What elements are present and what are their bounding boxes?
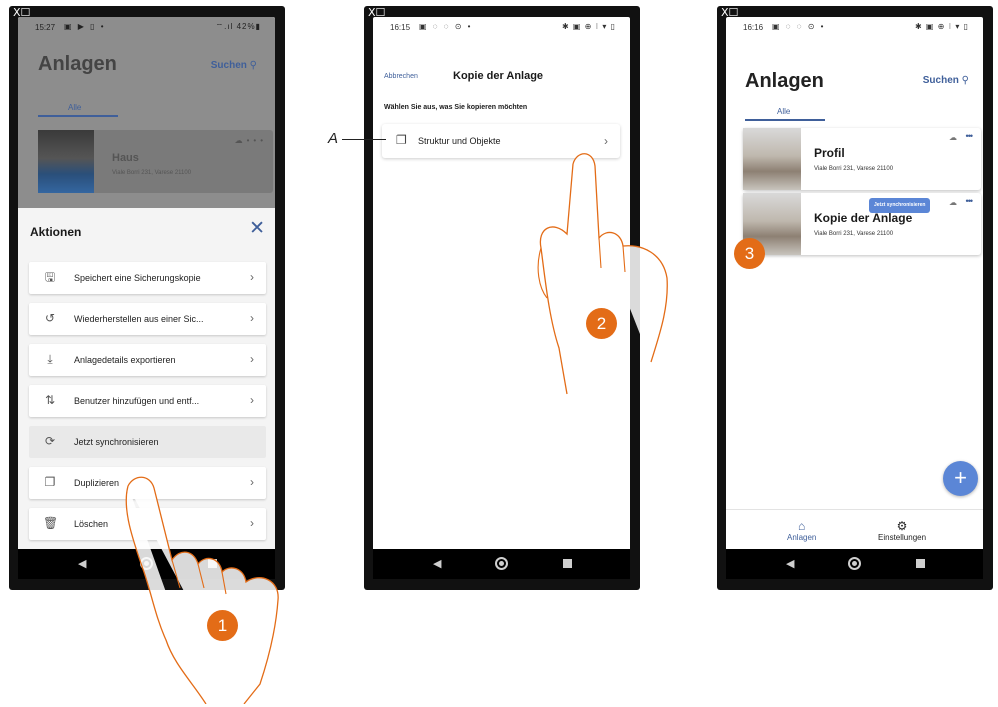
search-button[interactable]: Suchen ⚲ bbox=[211, 60, 257, 71]
status-right-icons: ✱ ▣ ⊕ ⁝ ▾ ▯ bbox=[914, 22, 969, 31]
action-label: Benutzer hinzufügen und entf... bbox=[74, 396, 200, 406]
duplicate-icon: ❐ bbox=[396, 133, 407, 147]
site-name: Profil bbox=[814, 146, 845, 160]
sheet-title: Aktionen bbox=[30, 225, 82, 239]
status-icons: ▣ ◌ ◌ ⊙ • bbox=[772, 22, 826, 31]
page-title: Anlagen bbox=[38, 53, 117, 75]
callout-label-a: A bbox=[328, 130, 339, 147]
site-card-profil[interactable]: Profil Viale Borri 231, Varese 21100 ☁ •… bbox=[743, 128, 981, 190]
site-address: Viale Borri 231, Varese 21100 bbox=[814, 166, 894, 172]
action-users[interactable]: ⇅ Benutzer hinzufügen und entf... › bbox=[29, 385, 266, 417]
back-icon[interactable]: ◀ bbox=[433, 557, 441, 571]
restore-icon: ↺ bbox=[44, 311, 56, 325]
action-label: Jetzt synchronisieren bbox=[74, 437, 159, 447]
back-icon[interactable]: ◀ bbox=[786, 557, 794, 571]
page-title: Kopie der Anlage bbox=[453, 70, 544, 82]
site-thumbnail bbox=[38, 130, 94, 193]
export-icon: ⤓ bbox=[47, 352, 53, 366]
status-icons: ▣ ◌ ◌ ⊙ • bbox=[419, 22, 473, 31]
search-icon: ⚲ bbox=[961, 75, 969, 86]
android-nav-bar: ◀ bbox=[726, 549, 983, 579]
site-name: Kopie der Anlage bbox=[814, 211, 913, 225]
nav-settings[interactable]: ⚙ Einstellungen bbox=[878, 519, 926, 542]
save-icon: 🖫 bbox=[44, 270, 56, 284]
chevron-right-icon: › bbox=[604, 134, 608, 148]
phone-3: X☐ 16:16 ▣ ◌ ◌ ⊙ • ✱ ▣ ⊕ ⁝ ▾ ▯ Anlagen S… bbox=[717, 6, 993, 590]
page-subtitle: Wählen Sie aus, was Sie kopieren möchten bbox=[384, 104, 528, 111]
page-title: Anlagen bbox=[745, 70, 824, 92]
status-time: 15:27 bbox=[35, 23, 56, 32]
more-icon[interactable]: ••• bbox=[966, 196, 974, 206]
phone-3-screen: 16:16 ▣ ◌ ◌ ⊙ • ✱ ▣ ⊕ ⁝ ▾ ▯ Anlagen Such… bbox=[726, 17, 983, 552]
home-icon[interactable] bbox=[848, 557, 861, 570]
cloud-icon: ☁ bbox=[949, 133, 957, 142]
action-sync: ⟳ Jetzt synchronisieren bbox=[29, 426, 266, 458]
tab-indicator bbox=[745, 119, 825, 121]
add-site-button[interactable]: + bbox=[943, 461, 978, 496]
users-arrows-icon: ⇅ bbox=[44, 393, 56, 407]
site-card-copy[interactable]: Kopie der Anlage Viale Borri 231, Varese… bbox=[743, 193, 981, 255]
action-label: Löschen bbox=[74, 519, 109, 529]
status-bar: 16:15 ▣ ◌ ◌ ⊙ • ✱ ▣ ⊕ ⁝ ▾ ▯ bbox=[373, 17, 630, 37]
action-label: Wiederherstellen aus einer Sic... bbox=[74, 314, 204, 324]
site-address: Viale Borri 231, Varese 21100 bbox=[112, 170, 192, 176]
bottom-nav: ⌂ Anlagen ⚙ Einstellungen bbox=[726, 509, 983, 552]
status-bar: 16:16 ▣ ◌ ◌ ⊙ • ✱ ▣ ⊕ ⁝ ▾ ▯ bbox=[726, 17, 983, 37]
status-time: 16:15 bbox=[390, 23, 411, 32]
site-card-icons: ☁••• bbox=[235, 136, 267, 145]
site-name: Haus bbox=[112, 152, 139, 164]
trash-icon: 🗑 bbox=[43, 516, 59, 530]
cloud-icon: ☁ bbox=[949, 198, 957, 207]
more-icon[interactable]: ••• bbox=[247, 136, 267, 145]
pointing-hand-1-icon bbox=[125, 476, 279, 704]
recent-apps-icon[interactable] bbox=[916, 559, 925, 568]
option-label: Struktur und Objekte bbox=[418, 136, 501, 146]
site-thumbnail bbox=[743, 128, 801, 190]
step-badge-2: 2 bbox=[586, 308, 617, 339]
pointing-hand-2-icon bbox=[537, 153, 668, 395]
cancel-button[interactable]: Abbrechen bbox=[384, 73, 418, 80]
chevron-right-icon: › bbox=[250, 311, 254, 325]
tab-indicator bbox=[38, 115, 118, 117]
duplicate-icon: ❐ bbox=[44, 475, 56, 489]
site-address: Viale Borri 231, Varese 21100 bbox=[814, 231, 894, 237]
more-icon[interactable]: ••• bbox=[966, 131, 974, 141]
status-battery: ⌔.ıl 42%▮ bbox=[215, 22, 261, 31]
gear-icon: ⚙ bbox=[896, 519, 908, 533]
chevron-right-icon: › bbox=[250, 352, 254, 366]
recent-apps-icon[interactable] bbox=[563, 559, 572, 568]
action-label: Anlagedetails exportieren bbox=[74, 355, 176, 365]
site-card[interactable]: Haus Viale Borri 231, Varese 21100 ☁••• bbox=[38, 130, 273, 193]
home-icon[interactable] bbox=[495, 557, 508, 570]
chevron-right-icon: › bbox=[250, 393, 254, 407]
action-label: Speichert eine Sicherungskopie bbox=[74, 273, 201, 283]
action-restore[interactable]: ↺ Wiederherstellen aus einer Sic... › bbox=[29, 303, 266, 335]
step-badge-3: 3 bbox=[734, 238, 765, 269]
tab-all[interactable]: Alle bbox=[777, 107, 790, 116]
chevron-right-icon: › bbox=[250, 270, 254, 284]
close-icon[interactable]: ✕ bbox=[249, 219, 265, 238]
action-export[interactable]: ⤓ Anlagedetails exportieren › bbox=[29, 344, 266, 376]
nav-settings-label: Einstellungen bbox=[878, 533, 927, 542]
cloud-icon: ☁ bbox=[234, 136, 247, 145]
sync-tooltip-badge: Jetzt synchronisieren bbox=[869, 198, 931, 213]
status-bar: 15:27 ▣ ▶ ▯ • ⌔.ıl 42%▮ bbox=[18, 17, 275, 37]
status-time: 16:16 bbox=[743, 23, 764, 32]
search-icon: ⚲ bbox=[249, 60, 257, 71]
nav-sites-label: Anlagen bbox=[787, 533, 817, 542]
step-badge-1: 1 bbox=[207, 610, 238, 641]
tab-all[interactable]: Alle bbox=[68, 103, 81, 112]
nav-sites[interactable]: ⌂ Anlagen bbox=[787, 519, 816, 542]
status-icons: ▣ ▶ ▯ • bbox=[64, 22, 106, 31]
search-button[interactable]: Suchen ⚲ bbox=[923, 75, 969, 86]
status-right-icons: ✱ ▣ ⊕ ⁝ ▾ ▯ bbox=[561, 22, 616, 31]
callout-line-a bbox=[342, 139, 386, 140]
back-icon[interactable]: ◀ bbox=[78, 557, 86, 571]
sync-icon: ⟳ bbox=[44, 434, 56, 448]
home-icon: ⌂ bbox=[798, 519, 806, 533]
action-save-backup[interactable]: 🖫 Speichert eine Sicherungskopie › bbox=[29, 262, 266, 294]
android-nav-bar: ◀ bbox=[373, 549, 630, 579]
